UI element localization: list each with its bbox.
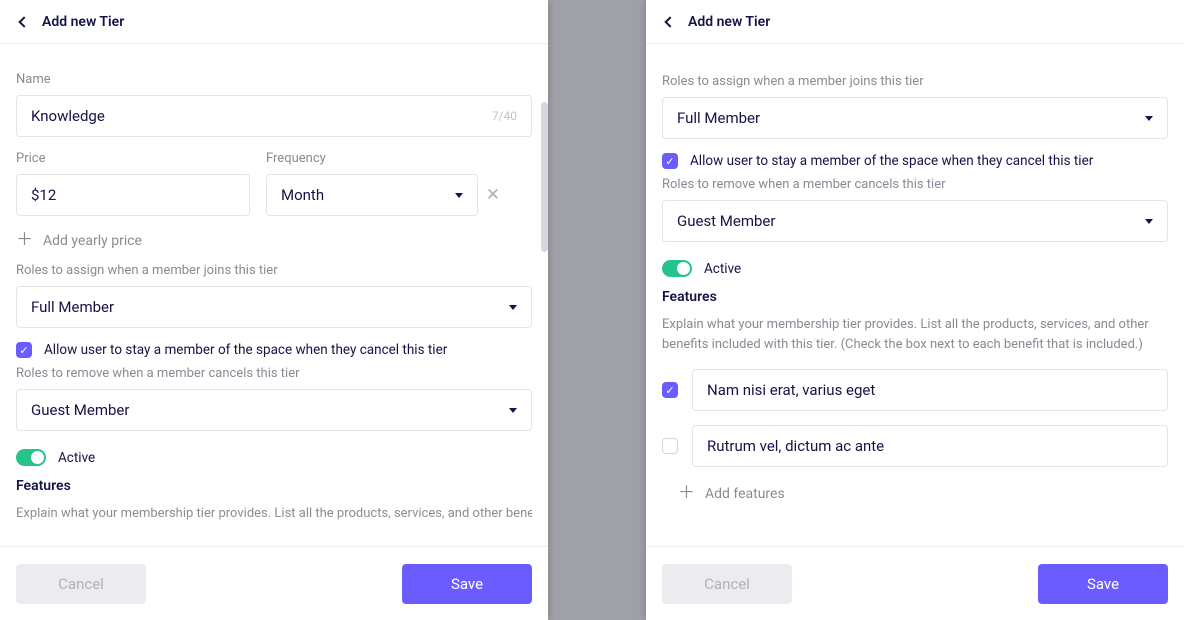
feature-text: Rutrum vel, dictum ac ante	[707, 437, 884, 455]
add-yearly-label: Add yearly price	[43, 233, 142, 249]
allow-stay-row: ✓ Allow user to stay a member of the spa…	[16, 342, 532, 358]
right-panel: Add new Tier Roles to assign when a memb…	[646, 0, 1184, 620]
allow-stay-label: Allow user to stay a member of the space…	[690, 153, 1093, 169]
name-counter: 7/40	[492, 109, 517, 123]
check-icon: ✓	[665, 385, 674, 396]
allow-stay-label: Allow user to stay a member of the space…	[44, 342, 447, 358]
roles-remove-value: Guest Member	[677, 212, 775, 230]
back-icon[interactable]	[664, 16, 675, 27]
roles-assign-label: Roles to assign when a member joins this…	[662, 74, 1168, 89]
chevron-down-icon	[1145, 116, 1153, 121]
cancel-button[interactable]: Cancel	[16, 564, 146, 604]
feature-row: Rutrum vel, dictum ac ante	[662, 425, 1168, 467]
header: Add new Tier	[0, 0, 548, 44]
price-input[interactable]	[31, 186, 235, 204]
footer: Cancel Save	[0, 546, 548, 620]
feature-text: Nam nisi erat, varius eget	[707, 381, 875, 399]
check-icon: ✓	[19, 345, 28, 356]
roles-remove-select[interactable]: Guest Member	[16, 389, 532, 431]
footer: Cancel Save	[646, 546, 1184, 620]
active-row: Active	[662, 260, 1168, 277]
roles-remove-value: Guest Member	[31, 401, 129, 419]
chevron-down-icon	[455, 193, 463, 198]
name-input[interactable]	[31, 107, 492, 125]
clear-frequency-icon[interactable]: ✕	[486, 185, 500, 205]
allow-stay-checkbox[interactable]: ✓	[662, 153, 678, 169]
price-input-wrap	[16, 174, 250, 216]
scroll-fade	[0, 514, 548, 546]
active-row: Active	[16, 449, 532, 466]
roles-remove-label: Roles to remove when a member cancels th…	[662, 177, 1168, 192]
cancel-button[interactable]: Cancel	[662, 564, 792, 604]
roles-remove-label: Roles to remove when a member cancels th…	[16, 366, 532, 381]
feature-checkbox[interactable]	[662, 438, 678, 454]
roles-assign-value: Full Member	[677, 109, 760, 127]
allow-stay-row: ✓ Allow user to stay a member of the spa…	[662, 153, 1168, 169]
active-label: Active	[704, 261, 741, 277]
page-title: Add new Tier	[42, 14, 124, 30]
features-desc: Explain what your membership tier provid…	[662, 315, 1168, 355]
plus-icon: ＋	[678, 485, 695, 502]
active-toggle[interactable]	[16, 449, 46, 466]
features-title: Features	[662, 289, 1168, 305]
frequency-label: Frequency	[266, 151, 500, 166]
active-toggle[interactable]	[662, 260, 692, 277]
frequency-select[interactable]: Month	[266, 174, 478, 216]
roles-assign-value: Full Member	[31, 298, 114, 316]
name-label: Name	[16, 72, 532, 87]
price-label: Price	[16, 151, 250, 166]
form-body: Roles to assign when a member joins this…	[646, 44, 1184, 546]
roles-assign-label: Roles to assign when a member joins this…	[16, 263, 532, 278]
scrollbar[interactable]	[541, 102, 548, 252]
feature-input[interactable]: Nam nisi erat, varius eget	[692, 369, 1168, 411]
plus-icon: ＋	[16, 232, 33, 249]
frequency-value: Month	[281, 186, 324, 204]
roles-remove-select[interactable]: Guest Member	[662, 200, 1168, 242]
features-title: Features	[16, 478, 532, 494]
back-icon[interactable]	[18, 16, 29, 27]
save-button[interactable]: Save	[1038, 564, 1168, 604]
chevron-down-icon	[509, 408, 517, 413]
chevron-down-icon	[509, 305, 517, 310]
active-label: Active	[58, 450, 95, 466]
name-input-wrap: 7/40	[16, 95, 532, 137]
left-panel: Add new Tier Name 7/40 Price Frequency M…	[0, 0, 548, 620]
roles-assign-select[interactable]: Full Member	[16, 286, 532, 328]
feature-checkbox[interactable]: ✓	[662, 382, 678, 398]
page-title: Add new Tier	[688, 14, 770, 30]
chevron-down-icon	[1145, 219, 1153, 224]
feature-row: ✓ Nam nisi erat, varius eget	[662, 369, 1168, 411]
form-body: Name 7/40 Price Frequency Month ✕	[0, 44, 548, 546]
check-icon: ✓	[665, 156, 674, 167]
header: Add new Tier	[646, 0, 1184, 44]
add-features-label: Add features	[705, 486, 785, 502]
roles-assign-select[interactable]: Full Member	[662, 97, 1168, 139]
add-yearly-price[interactable]: ＋ Add yearly price	[16, 232, 532, 249]
feature-input[interactable]: Rutrum vel, dictum ac ante	[692, 425, 1168, 467]
save-button[interactable]: Save	[402, 564, 532, 604]
allow-stay-checkbox[interactable]: ✓	[16, 342, 32, 358]
add-features[interactable]: ＋ Add features	[678, 485, 1168, 502]
